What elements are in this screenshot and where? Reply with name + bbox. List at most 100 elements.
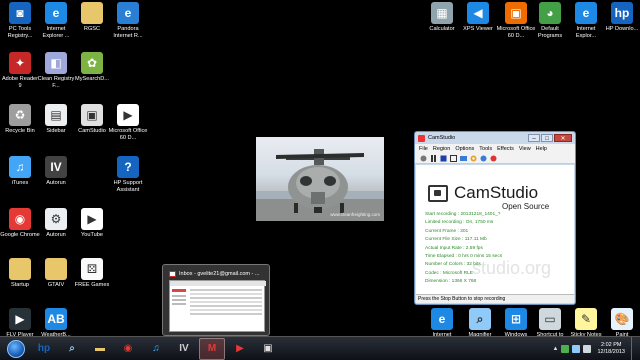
left-desktop-icon-5[interactable]: ◧ Clean Registry F... (38, 52, 74, 89)
camstudio-title-bar[interactable]: CamStudio – □ ✕ (415, 132, 575, 144)
video-options-button[interactable] (459, 154, 467, 162)
record-button[interactable] (419, 154, 427, 162)
taskbar: hp ⌕ ▬ ◉ ♫ IV M ▶ ▣ ▲ 2:02 PM 12/18/2013 (0, 336, 640, 360)
left-desktop-icon-14[interactable]: ◉ Google Chrome (0, 208, 40, 239)
left-desktop-icon-13[interactable]: ? HP Support Assistant (110, 156, 146, 193)
folder-icon (45, 258, 67, 280)
desktop-icon-label: Calculator (429, 26, 455, 32)
right-desktop-icon-11[interactable]: 🎨 Paint (604, 308, 640, 339)
right-desktop-icon-2[interactable]: ▣ Microsoft Office 60 D... (497, 2, 535, 39)
left-desktop-icon-8[interactable]: ▤ Sidebar (38, 104, 74, 135)
left-desktop-icon-0[interactable]: ◙ PC Tools Registry... (2, 2, 38, 39)
right-desktop-icon-9[interactable]: ▭ Shortcut to (532, 308, 568, 339)
itunes-taskbar-icon[interactable]: ♫ (143, 338, 169, 360)
autorun-icon: IV (45, 156, 67, 178)
pause-button[interactable] (429, 154, 437, 162)
default-programs-icon: ◕ (539, 2, 561, 24)
close-button[interactable]: ✕ (554, 134, 572, 142)
left-desktop-icon-2[interactable]: RGSC (74, 2, 110, 33)
network-icon[interactable] (572, 345, 581, 353)
stat-line: Limited recording : On, 1750 ms (425, 220, 494, 226)
photo-caption: www.cleanfreighting.com (330, 212, 380, 217)
menu-region[interactable]: Region (433, 146, 450, 152)
right-desktop-icon-8[interactable]: ⊞ Windows (498, 308, 534, 339)
helicopter-photo-window[interactable]: www.cleanfreighting.com (256, 137, 384, 221)
gta-taskbar-icon[interactable]: IV (171, 338, 197, 360)
left-desktop-icon-21[interactable]: AB WeatherB... (38, 308, 74, 339)
desktop-icon-label: MySearchD... (75, 76, 109, 82)
menu-effects[interactable]: Effects (497, 146, 514, 152)
hp-taskbar-icon[interactable]: hp (31, 338, 57, 360)
left-desktop-icon-11[interactable]: ♫ iTunes (2, 156, 38, 187)
menu-options[interactable]: Options (455, 146, 474, 152)
menu-view[interactable]: View (519, 146, 531, 152)
taskbar-preview-gmail[interactable]: Inbox - gvelite21@gmail.com - ... (162, 264, 270, 336)
explorer-taskbar-icon[interactable]: ▬ (87, 338, 113, 360)
left-desktop-icon-16[interactable]: ▶ YouTube (74, 208, 110, 239)
right-desktop-icon-5[interactable]: hp HP Downlo... (604, 2, 640, 33)
camstudio-taskbar-icon[interactable]: ▣ (255, 338, 281, 360)
left-desktop-icon-20[interactable]: ▶ FLV Player (2, 308, 38, 339)
gmail-taskbar-icon[interactable]: M (199, 337, 225, 360)
left-desktop-icon-12[interactable]: IV Autorun (38, 156, 74, 187)
settings-gear-icon[interactable] (469, 154, 477, 162)
right-desktop-icon-7[interactable]: ⌕ Magnifier (462, 308, 498, 339)
right-desktop-icon-4[interactable]: e Internet Explor... (568, 2, 604, 39)
youtube-taskbar-icon[interactable]: ▶ (227, 338, 253, 360)
clock-time: 2:02 PM (600, 342, 622, 348)
menu-help[interactable]: Help (536, 146, 547, 152)
camstudio-window[interactable]: CamStudio – □ ✕ File Region Options Tools Ef… (414, 131, 576, 305)
left-desktop-icon-17[interactable]: Startup (2, 258, 38, 289)
left-desktop-icon-6[interactable]: ✿ MySearchD... (74, 52, 110, 83)
left-desktop-icon-19[interactable]: ⚄ FREE Games (74, 258, 110, 289)
right-desktop-icon-1[interactable]: ◀ XPS Viewer (460, 2, 496, 33)
menu-file[interactable]: File (419, 146, 428, 152)
region-button[interactable] (449, 154, 457, 162)
magnifier-taskbar-icon[interactable]: ⌕ (59, 338, 85, 360)
right-desktop-icon-3[interactable]: ◕ Default Programs (532, 2, 568, 39)
preview-title-bar: Inbox - gvelite21@gmail.com - ... (169, 269, 265, 278)
tray-app-icon[interactable] (561, 345, 570, 353)
show-hidden-icons[interactable]: ▲ (552, 346, 558, 352)
pc-tools-icon: ◙ (9, 2, 31, 24)
chrome-taskbar-icon[interactable]: ◉ (115, 338, 141, 360)
right-desktop-icon-10[interactable]: ✎ Sticky Notes (568, 308, 604, 339)
stat-line: Start recording : 20131218_1401_? (425, 212, 501, 217)
clock[interactable]: 2:02 PM 12/18/2013 (594, 342, 628, 356)
desktop-icon-label: FREE Games (74, 282, 110, 288)
stat-line: Current File Size : 117.11 Mb (425, 237, 487, 243)
record-audio-icon[interactable] (489, 154, 497, 162)
left-desktop-icon-18[interactable]: GTAIV (38, 258, 74, 289)
camstudio-brand: CamStudio (454, 183, 539, 202)
left-desktop-icon-4[interactable]: ✦ Adobe Reader 9 (2, 52, 38, 89)
left-desktop-icon-7[interactable]: ♻ Recycle Bin (2, 104, 38, 135)
left-desktop-icon-15[interactable]: ⚙ Autorun (38, 208, 74, 239)
folder-icon (9, 258, 31, 280)
left-desktop-icon-3[interactable]: e Pandora Internet R... (110, 2, 146, 39)
menu-tools[interactable]: Tools (479, 146, 492, 152)
left-desktop-icon-10[interactable]: ▶ Microsoft Office 60 D... (109, 104, 147, 141)
start-button[interactable] (2, 338, 30, 360)
inbox-thumbnail-image (170, 281, 266, 315)
preview-thumbnail[interactable] (169, 280, 266, 332)
minimize-button[interactable]: – (528, 134, 540, 142)
weatherbug-icon: AB (45, 308, 67, 330)
desktop-icon-label: GTAIV (47, 282, 65, 288)
camstudio-body: CamStudio Open Source studio.org Start r… (416, 165, 574, 294)
maximize-button[interactable]: □ (541, 134, 553, 142)
hp-support-icon: ? (117, 156, 139, 178)
desktop: ◙ PC Tools Registry... e Internet Explorer … (0, 0, 640, 339)
right-desktop-icon-6[interactable]: e Internet (424, 308, 460, 339)
show-desktop-button[interactable] (631, 337, 636, 360)
desktop-icon-label: Internet Explor... (575, 26, 597, 39)
folder-icon (81, 2, 103, 24)
stop-button[interactable] (439, 154, 447, 162)
right-desktop-icon-0[interactable]: ▦ Calculator (424, 2, 460, 33)
camstudio-toolbar (415, 153, 575, 164)
internet-icon: e (431, 308, 453, 330)
volume-icon[interactable] (583, 345, 592, 353)
desktop-icon-label: Recycle Bin (5, 128, 35, 134)
help-icon[interactable] (479, 154, 487, 162)
left-desktop-icon-9[interactable]: ▣ CamStudio (74, 104, 110, 135)
left-desktop-icon-1[interactable]: e Internet Explorer ... (38, 2, 74, 39)
